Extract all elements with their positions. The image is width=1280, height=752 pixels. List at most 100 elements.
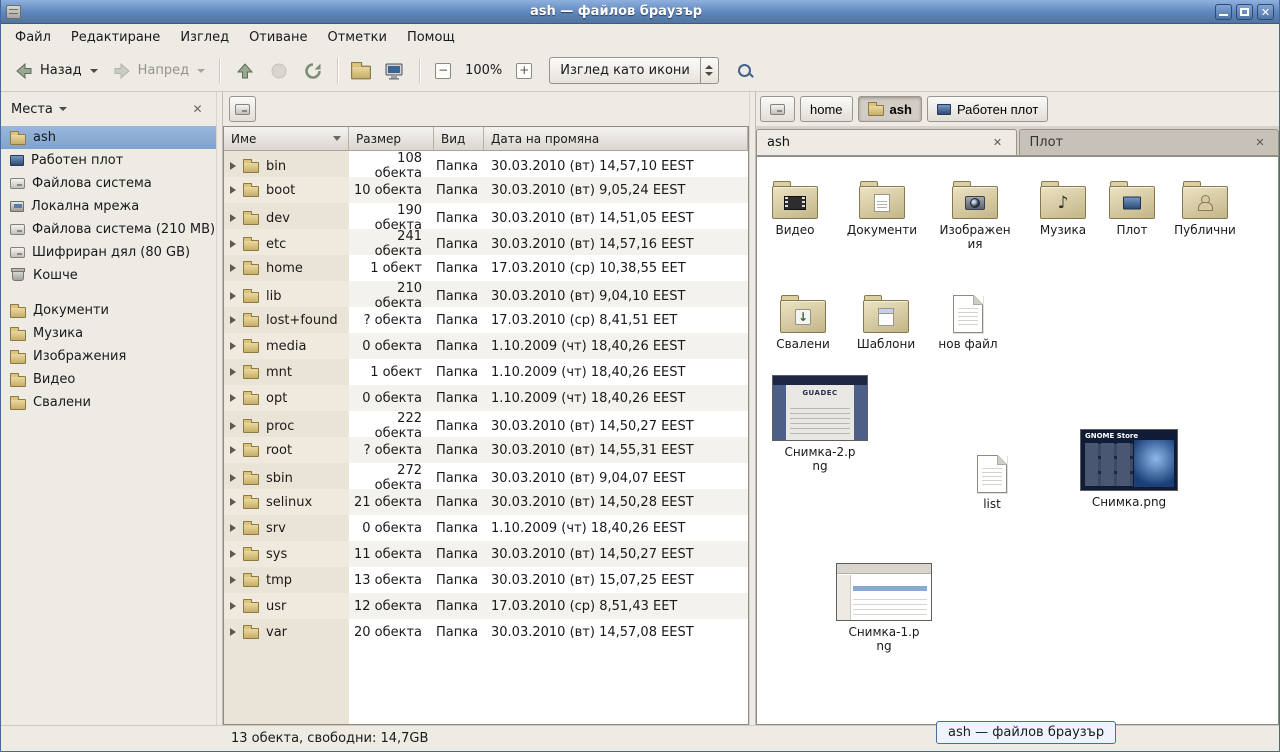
icon-item[interactable]: GUADECСнимка-2.png [769, 375, 871, 474]
table-row[interactable]: mnt1 обектПапка1.10.2009 (чт) 18,40,26 E… [224, 359, 748, 385]
expander-icon[interactable] [230, 446, 236, 454]
table-row[interactable]: bin108 обектаПапка30.03.2010 (вт) 14,57,… [224, 151, 748, 177]
search-button[interactable] [731, 60, 758, 81]
zoom-level[interactable]: 100% [458, 59, 509, 82]
expander-icon[interactable] [230, 342, 236, 350]
close-button[interactable] [1257, 4, 1274, 20]
zoom-in-button[interactable]: + [509, 59, 539, 83]
table-row[interactable]: opt0 обектаПапка1.10.2009 (чт) 18,40,26 … [224, 385, 748, 411]
menu-item[interactable]: Редактиране [61, 26, 170, 49]
table-row[interactable]: var20 обектаПапка30.03.2010 (вт) 14,57,0… [224, 619, 748, 645]
icon-item[interactable]: нов файл [933, 283, 1003, 351]
computer-button[interactable] [376, 57, 412, 85]
view-mode-combo[interactable]: Изглед като икони [549, 57, 719, 84]
column-header[interactable]: Дата на промяна [484, 127, 748, 151]
sidebar-item[interactable]: Шифриран дял (80 GB) [1, 241, 216, 264]
reload-button[interactable] [296, 57, 330, 85]
icon-item[interactable]: list [961, 443, 1023, 511]
tab-close-icon[interactable] [1252, 135, 1268, 151]
sidebar-item[interactable]: ash [1, 126, 216, 149]
table-row[interactable]: tmp13 обектаПапка30.03.2010 (вт) 15,07,2… [224, 567, 748, 593]
sidebar-item[interactable]: Файлова система [1, 172, 216, 195]
icon-item[interactable]: Документи [839, 169, 925, 237]
table-row[interactable]: media0 обектаПапка1.10.2009 (чт) 18,40,2… [224, 333, 748, 359]
menu-item[interactable]: Отметки [317, 26, 396, 49]
icon-item[interactable]: Шаблони [849, 283, 923, 351]
table-row[interactable]: lib210 обектаПапка30.03.2010 (вт) 9,04,1… [224, 281, 748, 307]
icon-item[interactable]: GNOME StoreСнимка.png [1077, 429, 1181, 509]
pane-separator[interactable] [749, 92, 756, 725]
table-row[interactable]: home1 обектПапка17.03.2010 (ср) 10,38,55… [224, 255, 748, 281]
expander-icon[interactable] [230, 214, 236, 222]
sidebar-item[interactable]: Документи [1, 299, 216, 322]
expander-icon[interactable] [230, 186, 236, 194]
expander-icon[interactable] [230, 316, 236, 324]
breadcrumb-item[interactable]: home [800, 96, 853, 122]
menu-item[interactable]: Отиване [239, 26, 317, 49]
tab[interactable]: ash [756, 129, 1017, 155]
filesystem-root-button[interactable] [229, 96, 256, 122]
expander-icon[interactable] [230, 474, 236, 482]
expander-icon[interactable] [230, 162, 236, 170]
expander-icon[interactable] [230, 602, 236, 610]
breadcrumb-item[interactable]: Работен плот [927, 96, 1048, 122]
expander-icon[interactable] [230, 240, 236, 248]
menu-item[interactable]: Изглед [170, 26, 239, 49]
sidebar-item[interactable]: Музика [1, 322, 216, 345]
table-row[interactable]: dev190 обектаПапка30.03.2010 (вт) 14,51,… [224, 203, 748, 229]
forward-button[interactable]: Напред [105, 57, 212, 85]
sidebar-close-button[interactable] [189, 101, 206, 118]
sidebar-item[interactable]: Файлова система (210 MB) [1, 218, 216, 241]
tab[interactable]: Плот [1019, 129, 1280, 155]
icon-item[interactable]: Видео [763, 169, 827, 237]
sidebar-title[interactable]: Места [11, 102, 53, 117]
icon-item[interactable]: Снимка-1.png [833, 563, 935, 654]
expander-icon[interactable] [230, 628, 236, 636]
expander-icon[interactable] [230, 524, 236, 532]
tab-close-icon[interactable] [990, 135, 1006, 151]
breadcrumb-root[interactable] [760, 96, 795, 122]
column-header[interactable]: Размер [349, 127, 434, 151]
pane-separator[interactable] [216, 92, 223, 725]
sidebar-item[interactable]: Локална мрежа [1, 195, 216, 218]
sidebar-item[interactable]: Изображения [1, 345, 216, 368]
expander-icon[interactable] [230, 264, 236, 272]
column-header[interactable]: Име [224, 127, 349, 151]
back-button[interactable]: Назад [7, 57, 105, 85]
sidebar-item[interactable]: Кошче [1, 264, 216, 287]
table-row[interactable]: selinux21 обектаПапка30.03.2010 (вт) 14,… [224, 489, 748, 515]
table-row[interactable]: root? обектаПапка30.03.2010 (вт) 14,55,3… [224, 437, 748, 463]
home-button[interactable] [346, 60, 376, 82]
icon-item[interactable]: Изображения [937, 169, 1013, 252]
expander-icon[interactable] [230, 394, 236, 402]
table-row[interactable]: etc241 обектаПапка30.03.2010 (вт) 14,57,… [224, 229, 748, 255]
expander-icon[interactable] [230, 422, 236, 430]
up-button[interactable] [228, 57, 262, 85]
maximize-button[interactable] [1236, 4, 1253, 20]
table-row[interactable]: lost+found? обектаПапка17.03.2010 (ср) 8… [224, 307, 748, 333]
icon-item[interactable]: Свалени [767, 283, 839, 351]
menu-item[interactable]: Помощ [397, 26, 465, 49]
sidebar-item[interactable]: Видео [1, 368, 216, 391]
table-row[interactable]: sys11 обектаПапка30.03.2010 (вт) 14,50,2… [224, 541, 748, 567]
minimize-button[interactable] [1215, 4, 1232, 20]
table-row[interactable]: srv0 обектаПапка1.10.2009 (чт) 18,40,26 … [224, 515, 748, 541]
icon-item[interactable]: Публични [1167, 169, 1243, 237]
expander-icon[interactable] [230, 498, 236, 506]
expander-icon[interactable] [230, 576, 236, 584]
expander-icon[interactable] [230, 550, 236, 558]
stop-button[interactable] [262, 57, 296, 85]
table-row[interactable]: boot10 обектаПапка30.03.2010 (вт) 9,05,2… [224, 177, 748, 203]
zoom-out-button[interactable]: − [428, 59, 458, 83]
table-row[interactable]: proc222 обектаПапка30.03.2010 (вт) 14,50… [224, 411, 748, 437]
icon-item[interactable]: Плот [1103, 169, 1161, 237]
breadcrumb-item[interactable]: ash [858, 96, 922, 122]
icon-view[interactable]: ВидеоДокументиИзображенияМузикаПлотПубли… [756, 156, 1279, 725]
table-row[interactable]: usr12 обектаПапка17.03.2010 (ср) 8,51,43… [224, 593, 748, 619]
column-header[interactable]: Вид [434, 127, 484, 151]
table-row[interactable]: sbin272 обектаПапка30.03.2010 (вт) 9,04,… [224, 463, 748, 489]
icon-item[interactable]: Музика [1027, 169, 1099, 237]
expander-icon[interactable] [230, 368, 236, 376]
expander-icon[interactable] [230, 292, 236, 300]
sidebar-item[interactable]: Работен плот [1, 149, 216, 172]
